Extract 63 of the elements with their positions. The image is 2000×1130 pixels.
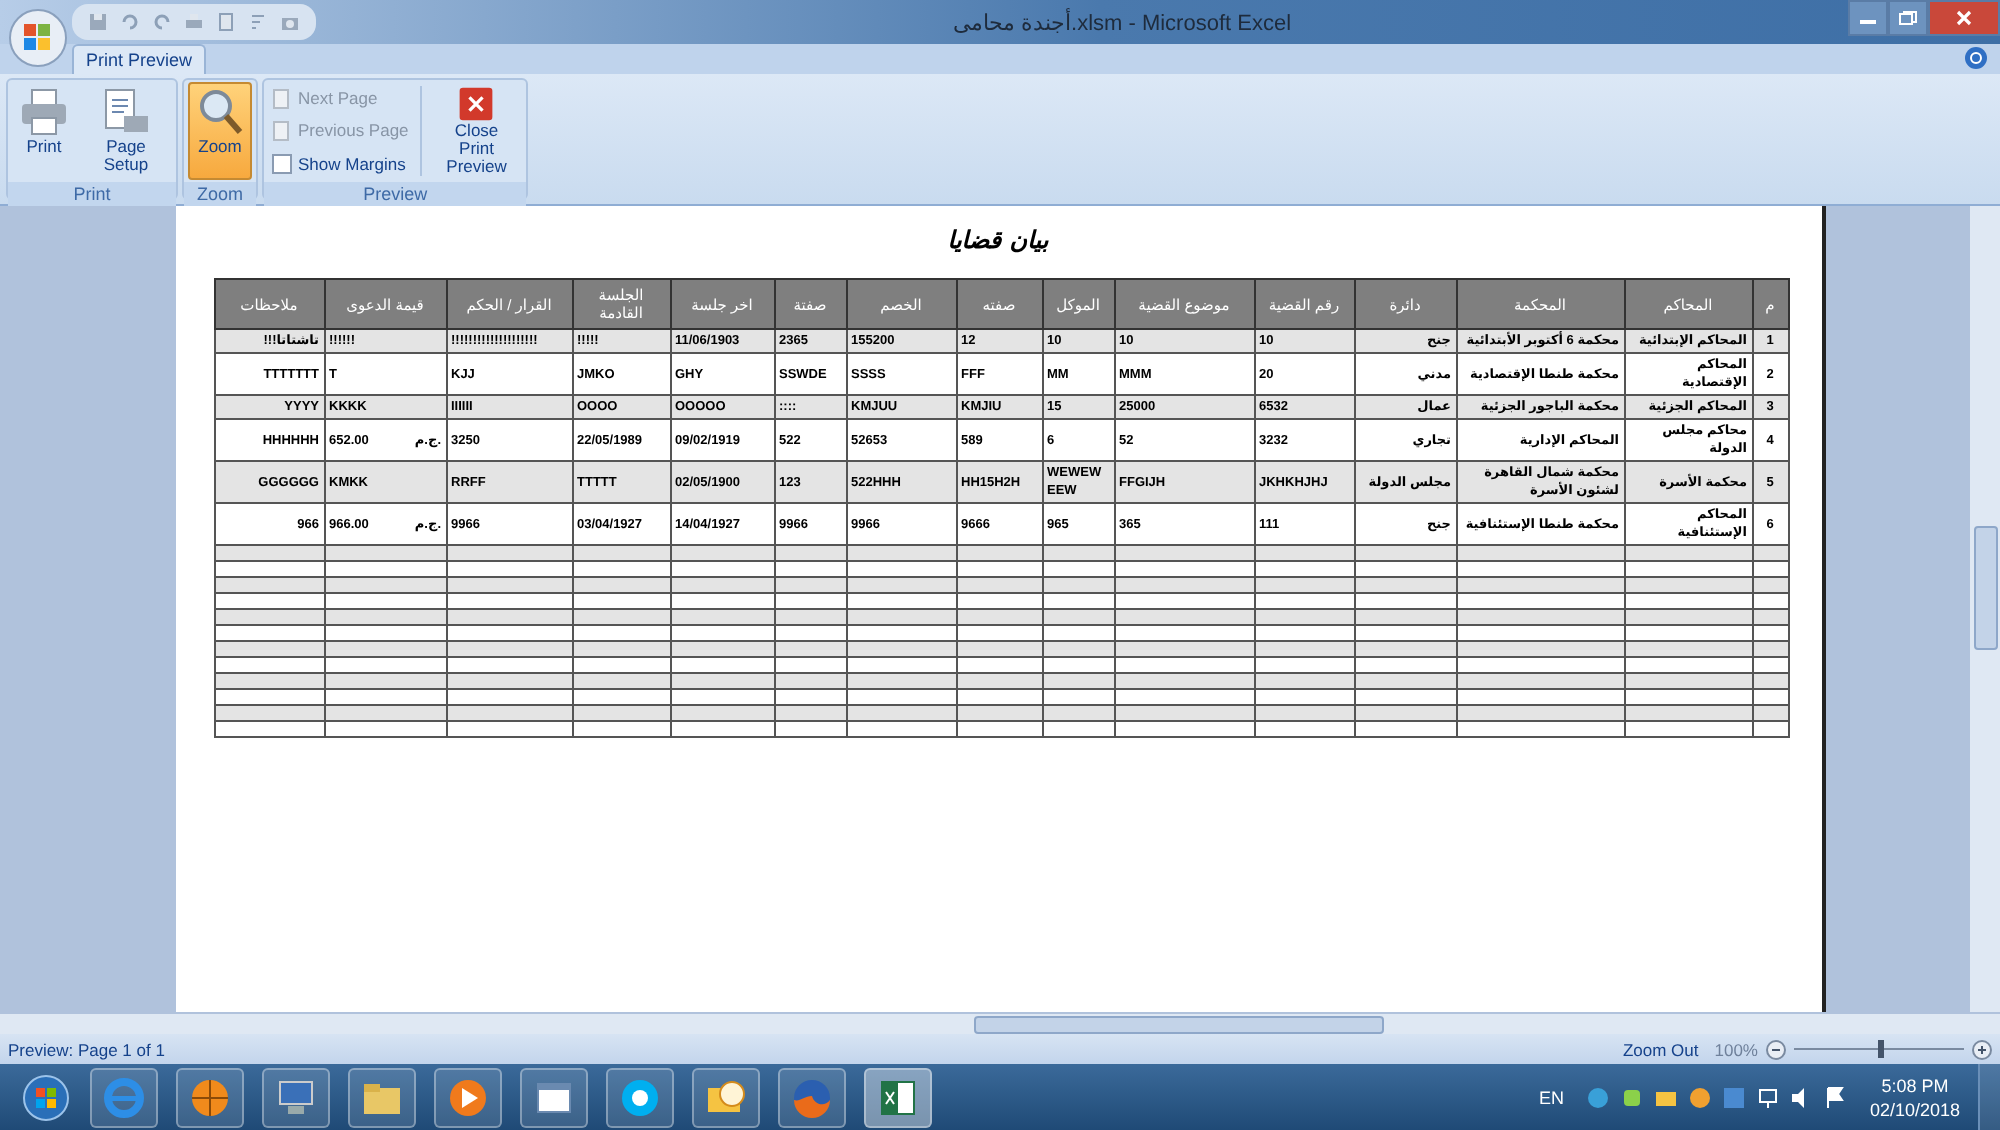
- zoom-button[interactable]: Zoom: [188, 82, 252, 180]
- flag-icon[interactable]: [1823, 1085, 1848, 1109]
- restore-button[interactable]: [1888, 0, 1928, 36]
- page-setup-button[interactable]: Page Setup: [80, 82, 172, 180]
- tray-app-icon[interactable]: [1585, 1085, 1610, 1109]
- status-text: Preview: Page 1 of 1: [8, 1039, 165, 1059]
- zoom-out-button[interactable]: Zoom Out: [1614, 1039, 1707, 1059]
- taskbar-button[interactable]: [262, 1067, 330, 1127]
- preview-icon[interactable]: [216, 12, 236, 32]
- checkbox[interactable]: [272, 154, 292, 174]
- close-print-preview-button[interactable]: Close Print Preview: [430, 82, 523, 180]
- clock[interactable]: 5:08 PM 02/10/2018: [1869, 1073, 1960, 1121]
- clock-time: 5:08 PM: [1881, 1073, 1949, 1097]
- zoom-percent: 100%: [1714, 1039, 1758, 1059]
- play-icon: [446, 1075, 490, 1119]
- page-icon: [272, 119, 292, 141]
- help-icon[interactable]: [1964, 46, 1988, 70]
- close-icon: [1954, 10, 1974, 26]
- taskbar-button[interactable]: [520, 1067, 588, 1127]
- network-icon[interactable]: [1755, 1085, 1780, 1109]
- windows-logo-icon: [22, 1073, 70, 1121]
- page-icon: [272, 87, 292, 109]
- vertical-scrollbar[interactable]: [1968, 206, 2000, 1012]
- print-button[interactable]: Print: [12, 82, 76, 180]
- window-title: أجندة محامى.xlsm - Microsoft Excel: [950, 9, 1294, 35]
- show-margins-checkbox[interactable]: Show Margins: [268, 148, 413, 180]
- tray-app-icon[interactable]: [1619, 1085, 1644, 1109]
- sheet-title: بيان قضايا: [945, 226, 1051, 254]
- slider-thumb[interactable]: [1877, 1040, 1883, 1058]
- restore-icon: [1898, 10, 1918, 26]
- chat-icon: [618, 1075, 662, 1119]
- ribbon-tab[interactable]: Print Preview: [72, 44, 207, 74]
- browser-icon: [102, 1075, 146, 1119]
- zoom-minus-icon[interactable]: [1766, 1039, 1786, 1059]
- taskbar-button[interactable]: [864, 1067, 932, 1127]
- zoom-plus-icon[interactable]: [1972, 1039, 1992, 1059]
- tray-app-icon[interactable]: [1687, 1085, 1712, 1109]
- taskbar-button[interactable]: [90, 1067, 158, 1127]
- group-label: Preview: [264, 182, 527, 206]
- taskbar-button[interactable]: [434, 1067, 502, 1127]
- undo-icon[interactable]: [120, 12, 140, 32]
- close-button[interactable]: [1928, 0, 2000, 36]
- taskbar-button[interactable]: [606, 1067, 674, 1127]
- redo-icon[interactable]: [152, 12, 172, 32]
- globe-icon: [790, 1075, 834, 1119]
- group-label: Print: [8, 182, 176, 206]
- taskbar-button[interactable]: [176, 1067, 244, 1127]
- page-setup-icon: [100, 86, 152, 138]
- computer-icon: [274, 1075, 318, 1119]
- group-label: Zoom: [184, 182, 256, 206]
- sort-icon[interactable]: [248, 12, 268, 32]
- language-indicator[interactable]: EN: [1538, 1087, 1564, 1107]
- clock-date: 02/10/2018: [1869, 1097, 1960, 1121]
- ball-icon: [188, 1075, 232, 1119]
- taskbar-button[interactable]: [692, 1067, 760, 1127]
- horizontal-scrollbar[interactable]: [0, 1012, 2000, 1034]
- taskbar-button[interactable]: [348, 1067, 416, 1127]
- spreadsheet-icon: [876, 1075, 920, 1119]
- taskbar-button[interactable]: [778, 1067, 846, 1127]
- tray-app-icon[interactable]: [1721, 1085, 1746, 1109]
- printer-icon: [18, 86, 70, 138]
- magnifier-icon: [194, 86, 246, 138]
- minimize-button[interactable]: [1848, 0, 1888, 36]
